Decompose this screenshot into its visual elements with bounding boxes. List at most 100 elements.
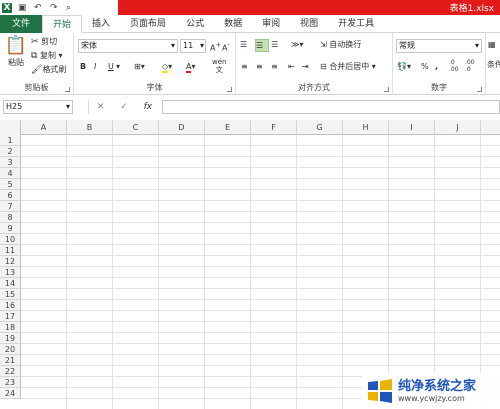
row-header[interactable]: 12 xyxy=(0,256,21,267)
align-center-button[interactable]: ≡ xyxy=(256,61,263,72)
row-header[interactable]: 23 xyxy=(0,377,21,388)
row-header[interactable]: 9 xyxy=(0,223,21,234)
underline-button[interactable]: U xyxy=(108,61,114,72)
copy-button[interactable]: ⧉ 复制 ▾ xyxy=(31,50,63,62)
row-header[interactable]: 6 xyxy=(0,190,21,201)
alignment-launcher[interactable] xyxy=(384,87,389,92)
row-header[interactable]: 14 xyxy=(0,278,21,289)
row-header[interactable]: 20 xyxy=(0,344,21,355)
conditional-format-icon[interactable]: ▦ xyxy=(488,39,496,50)
column-header[interactable]: H xyxy=(343,120,389,135)
cut-button[interactable]: ✂ 剪切 xyxy=(31,36,57,48)
name-box-value: H25 xyxy=(6,102,23,111)
decrease-indent-button[interactable]: ⇤ xyxy=(288,61,295,72)
number-format-select[interactable]: 常规 ▾ xyxy=(396,39,482,53)
align-middle-button[interactable]: ☰ xyxy=(255,39,269,52)
column-header[interactable]: F xyxy=(251,120,297,135)
number-launcher[interactable] xyxy=(477,87,482,92)
increase-indent-button[interactable]: ⇥ xyxy=(302,61,309,72)
row-header[interactable]: 5 xyxy=(0,179,21,190)
font-color-button[interactable]: A▾ xyxy=(186,61,196,73)
column-header[interactable]: E xyxy=(205,120,251,135)
orientation-button[interactable]: ≫▾ xyxy=(291,39,303,50)
grid-row-line xyxy=(21,222,500,223)
watermark-url: www.ycwjzy.com xyxy=(398,393,465,403)
cancel-icon[interactable]: ✕ xyxy=(97,100,105,114)
name-box[interactable]: H25 ▾ xyxy=(3,100,73,114)
border-button[interactable]: ⊞▾ xyxy=(134,61,145,72)
grid-row-line xyxy=(21,310,500,311)
column-header[interactable]: B xyxy=(67,120,113,135)
font-group-label: 字体 xyxy=(146,83,163,92)
row-header[interactable]: 1 xyxy=(0,135,21,146)
clipboard-launcher[interactable] xyxy=(65,87,70,92)
italic-button[interactable]: I xyxy=(94,61,96,72)
row-header[interactable]: 7 xyxy=(0,201,21,212)
tab-view[interactable]: 视图 xyxy=(290,15,328,33)
phonetic-button[interactable]: wén 文 xyxy=(212,58,226,74)
decrease-decimal-button[interactable]: .00 .0 xyxy=(465,59,475,73)
grow-font-button[interactable]: A+ xyxy=(210,40,221,54)
select-all-corner[interactable] xyxy=(0,120,21,135)
align-left-button[interactable]: ≡ xyxy=(241,61,248,72)
font-size-select[interactable]: 11 ▾ xyxy=(180,39,206,53)
underline-dropdown[interactable]: ▾ xyxy=(116,61,120,72)
conditional-format-label[interactable]: 条件 xyxy=(487,59,500,70)
column-header[interactable]: C xyxy=(113,120,159,135)
grid-row-line xyxy=(21,354,500,355)
tab-review[interactable]: 审阅 xyxy=(252,15,290,33)
currency-button[interactable]: 💱▾ xyxy=(397,61,411,72)
percent-button[interactable]: % xyxy=(421,61,429,72)
fill-color-button[interactable]: ◇▾ xyxy=(162,61,172,73)
row-header[interactable]: 13 xyxy=(0,267,21,278)
paste-button[interactable]: 📋 粘贴 xyxy=(4,35,28,75)
row-header[interactable]: 19 xyxy=(0,333,21,344)
column-header[interactable]: I xyxy=(389,120,435,135)
row-header[interactable]: 2 xyxy=(0,146,21,157)
font-launcher[interactable] xyxy=(227,87,232,92)
row-header[interactable]: 16 xyxy=(0,300,21,311)
row-header[interactable]: 22 xyxy=(0,366,21,377)
tab-developer[interactable]: 开发工具 xyxy=(328,15,384,33)
tab-formulas[interactable]: 公式 xyxy=(176,15,214,33)
row-header[interactable]: 18 xyxy=(0,322,21,333)
column-header[interactable]: A xyxy=(21,120,67,135)
worksheet-grid[interactable]: A B C D E F G H I J 1 2 3 4 5 6 7 8 9 10 11 12 13 14 15 16 17 18 19 2… xyxy=(0,120,500,409)
column-header[interactable]: J xyxy=(435,120,481,135)
shrink-font-button[interactable]: A- xyxy=(222,40,230,54)
row-header[interactable]: 17 xyxy=(0,311,21,322)
row-header[interactable]: 11 xyxy=(0,245,21,256)
align-right-button[interactable]: ≡ xyxy=(271,61,278,72)
column-header[interactable]: D xyxy=(159,120,205,135)
fx-icon[interactable]: fx xyxy=(144,100,153,114)
row-header[interactable]: 8 xyxy=(0,212,21,223)
formula-input[interactable] xyxy=(162,100,500,114)
row-header[interactable]: 10 xyxy=(0,234,21,245)
bold-button[interactable]: B xyxy=(80,61,86,72)
row-header[interactable]: 21 xyxy=(0,355,21,366)
tab-data[interactable]: 数据 xyxy=(214,15,252,33)
save-icon[interactable]: ▣ xyxy=(18,3,28,13)
font-name-select[interactable]: 宋体 ▾ xyxy=(78,39,178,53)
redo-icon[interactable]: ↷ xyxy=(50,3,60,13)
increase-decimal-button[interactable]: .0 .00 xyxy=(449,59,459,73)
row-header[interactable]: 15 xyxy=(0,289,21,300)
grid-row-line xyxy=(21,277,500,278)
merge-center-button[interactable]: ⊟ 合并后居中 ▾ xyxy=(320,61,376,72)
print-preview-icon[interactable]: ⌕ xyxy=(66,3,76,13)
comma-button[interactable]: , xyxy=(435,61,438,72)
tab-file[interactable]: 文件 xyxy=(0,15,43,33)
enter-icon[interactable]: ✓ xyxy=(120,100,128,114)
wrap-text-button[interactable]: ⇲ 自动换行 xyxy=(320,39,361,50)
row-header[interactable]: 24 xyxy=(0,388,21,399)
row-header[interactable]: 3 xyxy=(0,157,21,168)
row-header[interactable]: 4 xyxy=(0,168,21,179)
format-painter-button[interactable]: 🖌格式刷 xyxy=(31,64,66,76)
undo-icon[interactable]: ↶ xyxy=(34,3,44,13)
tab-page-layout[interactable]: 页面布局 xyxy=(120,15,176,33)
align-bottom-button[interactable]: ☰ xyxy=(271,39,285,52)
column-header[interactable]: G xyxy=(297,120,343,135)
tab-insert[interactable]: 插入 xyxy=(82,15,120,33)
tab-home[interactable]: 开始 xyxy=(42,15,83,34)
align-top-button[interactable]: ☰ xyxy=(240,39,254,52)
